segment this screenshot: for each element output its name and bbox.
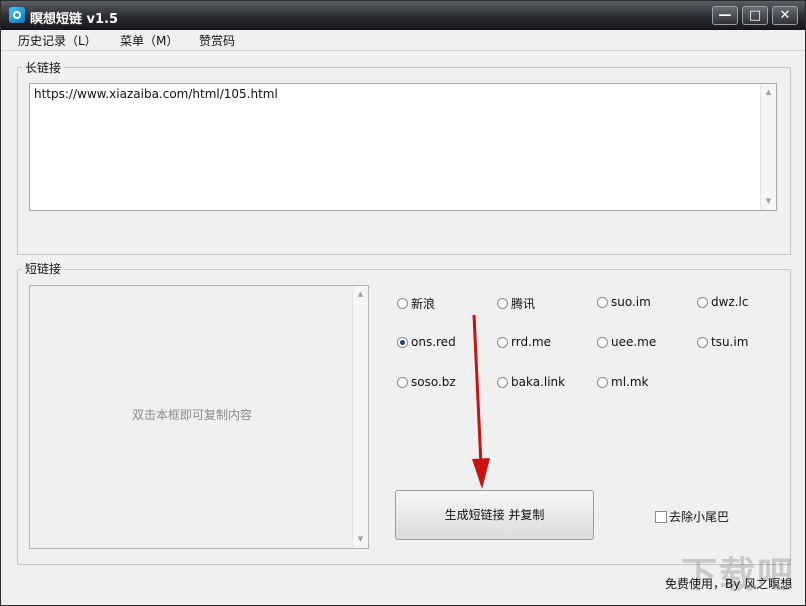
remove-tail-checkbox[interactable]: 去除小尾巴 bbox=[655, 508, 729, 525]
checkbox-label: 去除小尾巴 bbox=[669, 510, 730, 524]
checkbox-icon[interactable] bbox=[655, 510, 667, 523]
generate-copy-button[interactable]: 生成短链接 并复制 bbox=[395, 490, 594, 540]
app-window: 瞑想短链 v1.5 — □ ✕ 历史记录（L） 菜单（M） 赞赏码 长链接 ht… bbox=[0, 0, 806, 606]
footer-text: 免费使用，By 风之瞑想 bbox=[665, 577, 793, 591]
